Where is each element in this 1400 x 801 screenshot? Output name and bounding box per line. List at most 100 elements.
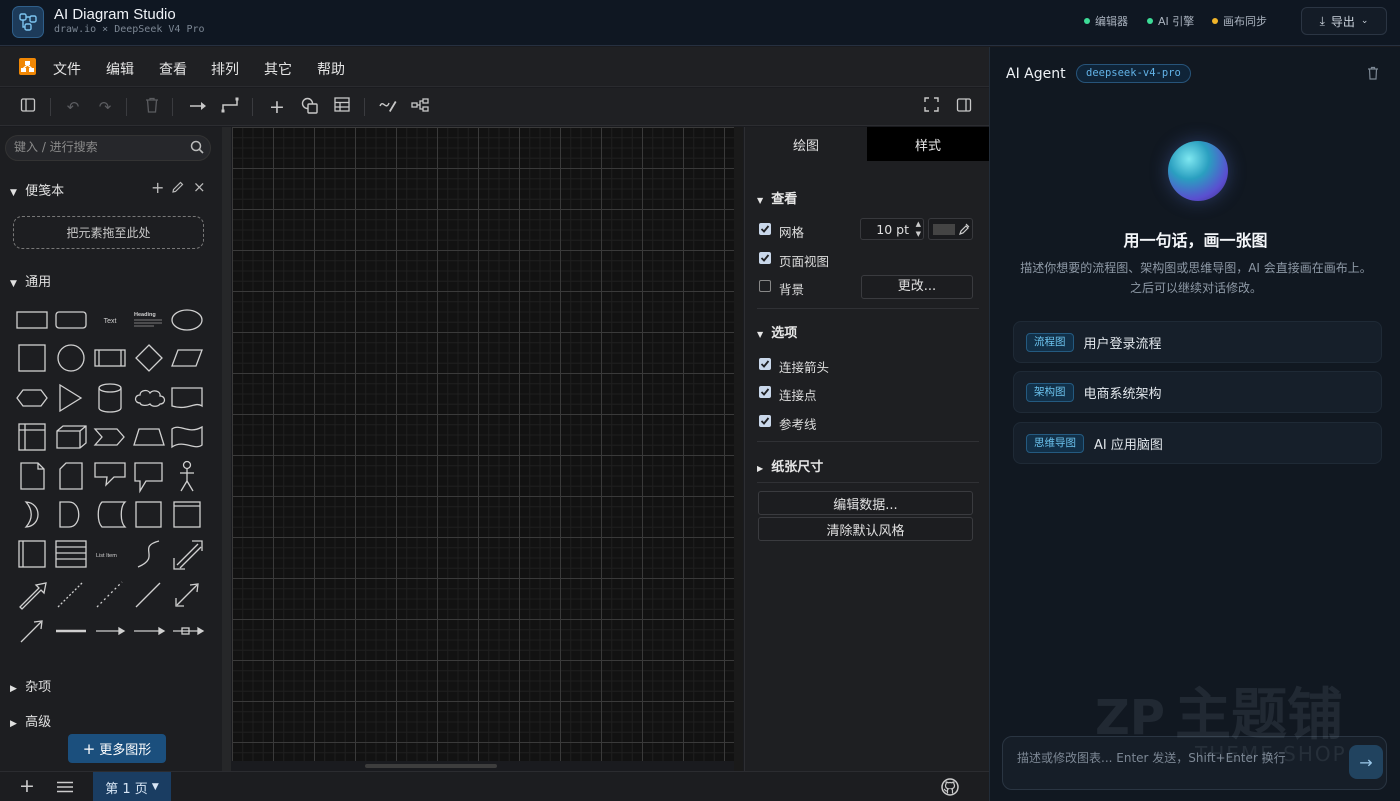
shape-thick-arrow — [19, 582, 47, 610]
canvas-vertical-scrollbar[interactable] — [734, 127, 743, 771]
general-header[interactable]: ▼ 通用 — [10, 271, 51, 290]
shape-palette[interactable]: Text Heading List Item — [12, 305, 208, 650]
diagram-canvas[interactable] — [232, 127, 734, 761]
shape-data-storage — [97, 501, 127, 528]
agent-description: 描述你想要的流程图、架构图或思维导图，AI 会直接画在画布上。之后可以继续对话修… — [1020, 261, 1372, 295]
freehand-icon[interactable] — [378, 97, 398, 117]
add-icon[interactable]: + — [151, 178, 164, 197]
toolbar-divider — [50, 98, 51, 116]
shape-cloud — [134, 389, 166, 407]
page-view-checkbox[interactable] — [759, 252, 771, 264]
status-ai-engine: AI 引擎 — [1147, 13, 1194, 29]
caret-right-icon: ▶ — [10, 684, 17, 694]
scratchpad-header[interactable]: ▼ 便笺本 — [10, 180, 64, 199]
stepper-arrows-icon[interactable]: ▲ ▼ — [916, 219, 921, 239]
suggestion-mindmap[interactable]: 思维导图 AI 应用脑图 — [1013, 422, 1382, 464]
connection-points-label: 连接点 — [779, 388, 817, 403]
connection-arrows-checkbox[interactable] — [759, 358, 771, 370]
status-editor: 编辑器 — [1084, 13, 1128, 29]
export-button[interactable]: ⤓ 导出 ⌄ — [1301, 7, 1387, 35]
shape-triangle — [59, 383, 83, 413]
trash-icon[interactable] — [1367, 66, 1379, 84]
suggestion-text: 用户登录流程 — [1083, 336, 1162, 352]
edit-pencil-icon[interactable] — [172, 181, 184, 197]
app-header: AI Diagram Studio draw.io × DeepSeek V4 … — [0, 0, 1400, 46]
grid-color-picker[interactable] — [928, 218, 973, 240]
toolbar-divider — [126, 98, 127, 116]
layout-tree-icon[interactable] — [410, 97, 430, 117]
undo-icon[interactable]: ↶ — [63, 97, 83, 117]
paper-size-section-header[interactable]: ▶ 纸张尺寸 — [757, 456, 823, 475]
shape-heading[interactable]: Heading — [134, 312, 156, 318]
grid-checkbox[interactable] — [759, 223, 771, 235]
menu-file[interactable]: 文件 — [53, 59, 81, 79]
shapes-icon[interactable] — [299, 97, 319, 117]
change-background-button[interactable]: 更改... — [861, 275, 973, 299]
ai-orb-icon — [1168, 141, 1228, 201]
table-icon[interactable] — [332, 97, 352, 117]
suggestion-flowchart[interactable]: 流程图 用户登录流程 — [1013, 321, 1382, 363]
shape-hexagon — [16, 389, 48, 407]
shape-line — [135, 582, 161, 608]
tab-style[interactable]: 样式 — [867, 127, 989, 161]
shape-search-input[interactable] — [14, 140, 184, 154]
shape-square-2 — [135, 501, 162, 528]
shape-parallelogram — [171, 349, 203, 367]
sidebar-toggle-icon[interactable] — [18, 97, 38, 117]
menu-view[interactable]: 查看 — [159, 59, 187, 79]
search-icon[interactable] — [190, 140, 204, 158]
shape-list-item[interactable]: List Item — [96, 553, 117, 559]
insert-plus-icon[interactable]: + — [267, 97, 287, 117]
divider — [757, 308, 979, 309]
drawio-logo-icon — [19, 58, 36, 75]
grid-size-stepper[interactable]: 10 pt ▲ ▼ — [860, 218, 924, 240]
waypoints-icon[interactable] — [220, 97, 240, 117]
status-dot-icon — [1212, 18, 1218, 24]
caret-down-icon: ▼ — [757, 330, 764, 339]
shape-rounded-rectangle — [55, 311, 87, 329]
menu-arrange[interactable]: 排列 — [211, 59, 239, 79]
scratchpad-drop-zone[interactable]: 把元素拖至此处 — [13, 216, 204, 249]
more-shapes-button[interactable]: + 更多图形 — [68, 734, 166, 763]
delete-icon[interactable] — [142, 97, 162, 117]
guides-checkbox[interactable] — [759, 415, 771, 427]
canvas-horizontal-scrollbar[interactable] — [365, 764, 497, 768]
add-page-icon[interactable]: + — [19, 775, 35, 797]
shape-trapezoid — [133, 428, 165, 446]
github-icon[interactable] — [941, 778, 959, 800]
toolbar-divider — [252, 98, 253, 116]
send-button[interactable]: → — [1349, 745, 1383, 779]
options-section-header[interactable]: ▼ 选项 — [757, 322, 797, 341]
suggestion-architecture[interactable]: 架构图 电商系统架构 — [1013, 371, 1382, 413]
eyedropper-icon[interactable] — [959, 222, 970, 239]
redo-icon[interactable]: ↷ — [95, 97, 115, 117]
shape-text[interactable]: Text — [104, 318, 117, 325]
misc-header[interactable]: ▶ 杂项 — [10, 676, 51, 695]
background-checkbox[interactable] — [759, 280, 771, 292]
toolbar: ↶ ↷ + — [0, 88, 989, 126]
connection-arrow-icon[interactable] — [188, 97, 208, 117]
edit-data-button[interactable]: 编辑数据... — [758, 491, 973, 515]
view-section-header[interactable]: ▼ 查看 — [757, 188, 797, 207]
sidebar-scrollbar[interactable] — [222, 127, 231, 771]
caret-down-icon: ▼ — [10, 188, 17, 198]
shape-search[interactable] — [5, 135, 211, 161]
tab-diagram[interactable]: 绘图 — [745, 127, 867, 161]
menu-extras[interactable]: 其它 — [264, 59, 292, 79]
fullscreen-icon[interactable] — [921, 97, 941, 117]
clear-default-style-button[interactable]: 清除默认风格 — [758, 517, 973, 541]
close-icon[interactable]: × — [193, 178, 206, 196]
menu-edit[interactable]: 编辑 — [106, 59, 134, 79]
page-tab-1[interactable]: 第 1 页 ▼ — [93, 772, 171, 801]
color-swatch — [933, 224, 955, 235]
connection-points-checkbox[interactable] — [759, 386, 771, 398]
advanced-header[interactable]: ▶ 高级 — [10, 711, 51, 730]
pages-menu-icon[interactable] — [57, 781, 73, 797]
shape-cube — [56, 425, 87, 449]
format-panel-toggle-icon[interactable] — [954, 97, 974, 117]
model-badge: deepseek-v4-pro — [1076, 64, 1191, 83]
menu-help[interactable]: 帮助 — [317, 59, 345, 79]
shape-actor — [180, 460, 194, 492]
shape-circle — [57, 344, 85, 372]
shape-callout — [94, 462, 126, 487]
